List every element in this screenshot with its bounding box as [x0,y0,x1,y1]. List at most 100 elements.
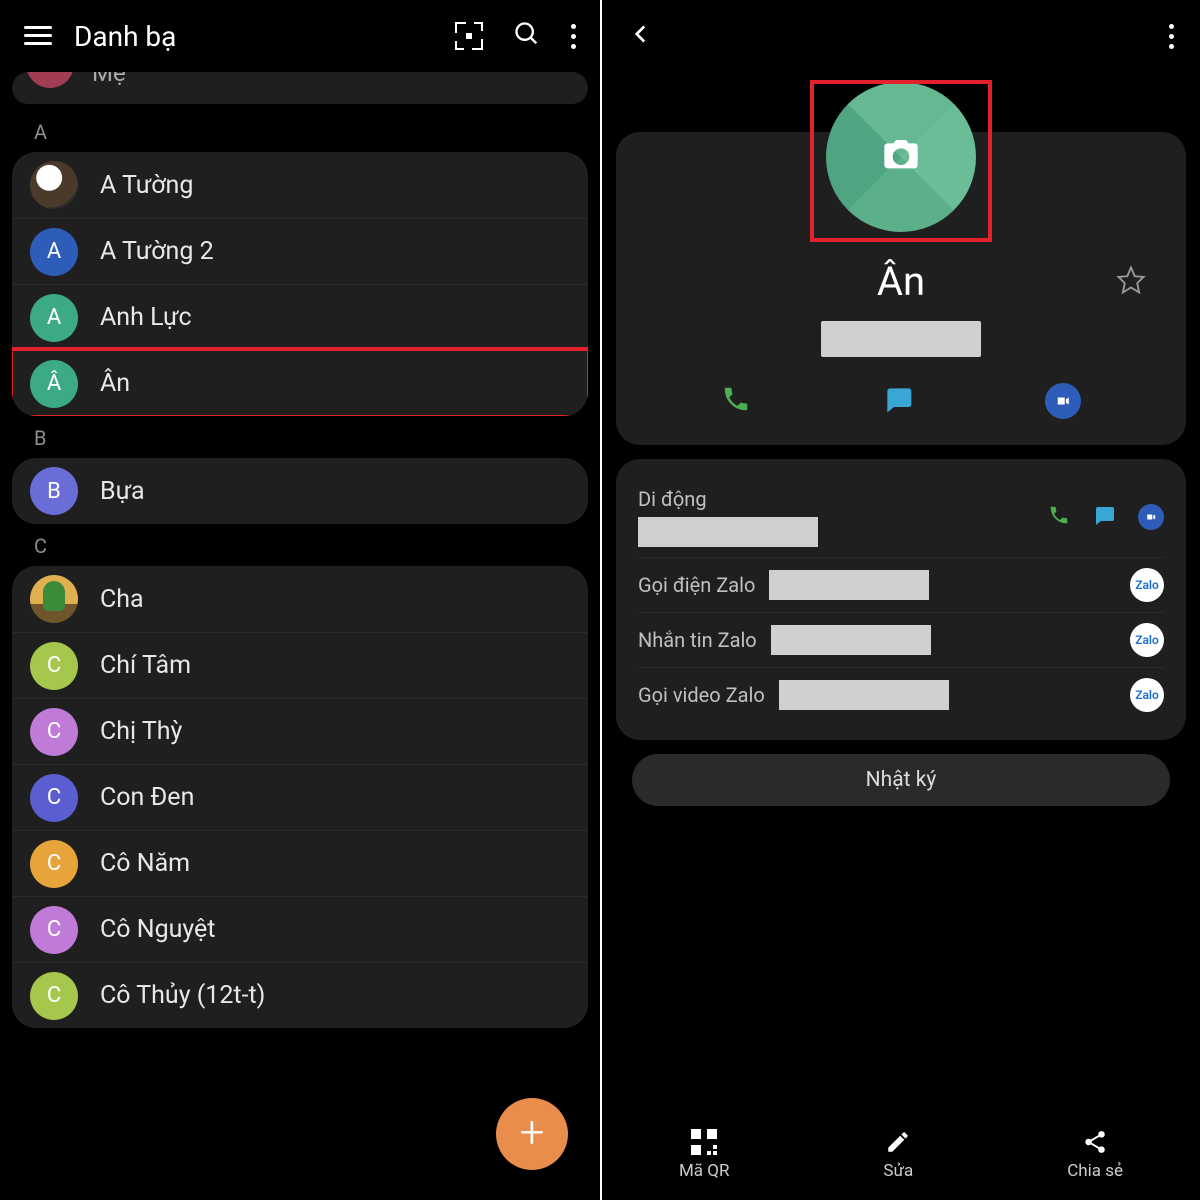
share-icon [1082,1129,1108,1155]
contact-name: Cô Nguyệt [100,915,216,944]
redacted-zalo [769,570,929,600]
video-call-icon[interactable] [1045,383,1081,419]
call-icon[interactable] [1048,504,1070,530]
contact-group: A Tường A A Tường 2 A Anh Lực Â Ân [12,152,588,416]
phone-type-label: Di động [638,487,818,511]
zalo-video-row[interactable]: Gọi video Zalo Zalo [638,667,1164,722]
message-icon[interactable] [1092,503,1116,531]
detail-topbar [602,0,1200,72]
zalo-icon: Zalo [1130,623,1164,657]
page-title: Danh bạ [74,20,433,53]
phone-row[interactable]: Di động [638,477,1164,557]
avatar: C [30,906,78,954]
zalo-message-row[interactable]: Nhắn tin Zalo Zalo [638,612,1164,667]
contact-hero-card: Ân [616,132,1186,445]
contact-name: Chí Tâm [100,651,191,680]
list-item[interactable]: C Chị Thỳ [12,698,588,764]
qr-label: Mã QR [679,1161,729,1181]
topbar: Danh bạ [0,0,600,72]
contact-info-card: Di động Gọi điện Zalo Zalo Nhắn tin Zalo… [616,459,1186,740]
contact-name: Ân [100,369,130,398]
back-icon[interactable] [628,21,654,51]
avatar: A [30,294,78,342]
list-item[interactable]: C Cô Nguyệt [12,896,588,962]
avatar: C [30,774,78,822]
edit-button[interactable]: Sửa [883,1129,913,1181]
list-item[interactable]: C Chí Tâm [12,632,588,698]
list-item[interactable]: C Cô Năm [12,830,588,896]
zalo-call-label: Gọi điện Zalo [638,573,755,597]
list-item[interactable]: C Cô Thủy (12t-t) [12,962,588,1028]
list-item[interactable]: A Anh Lực [12,284,588,350]
search-icon[interactable] [513,20,541,52]
contact-group: Cha C Chí Tâm C Chị Thỳ C Con Đen C Cô N… [12,566,588,1028]
avatar [30,161,78,209]
list-item[interactable]: Mẹ [12,72,588,104]
list-item[interactable]: B Bựa [12,458,588,524]
avatar: C [30,708,78,756]
list-item[interactable]: Cha [12,566,588,632]
contact-name: Con Đen [100,783,194,812]
avatar: A [30,228,78,276]
list-item[interactable]: A Tường [12,152,588,218]
redacted-phone [821,321,981,357]
qr-code-icon [691,1129,717,1155]
previous-section-peek: Mẹ [12,72,588,104]
zalo-icon: Zalo [1130,568,1164,602]
quick-action-row [616,383,1186,419]
share-label: Chia sẻ [1067,1161,1123,1181]
pencil-icon [885,1129,911,1155]
qr-code-button[interactable]: Mã QR [679,1129,729,1181]
contact-name: Bựa [100,477,145,506]
add-contact-button[interactable]: + [496,1098,568,1170]
contact-name: Chị Thỳ [100,717,182,746]
zalo-message-label: Nhắn tin Zalo [638,628,757,652]
contact-name: Mẹ [92,72,126,87]
zalo-video-label: Gọi video Zalo [638,683,765,707]
contact-name: Cô Thủy (12t-t) [100,981,265,1010]
top-actions [455,20,576,52]
contact-name: Anh Lực [100,303,192,332]
contact-group: B Bựa [12,458,588,524]
contact-name: A Tường [100,171,193,200]
avatar [30,575,78,623]
edit-label: Sửa [883,1161,913,1181]
avatar: B [30,467,78,515]
share-button[interactable]: Chia sẻ [1067,1129,1123,1181]
zalo-call-row[interactable]: Gọi điện Zalo Zalo [638,557,1164,612]
favorite-star-icon[interactable] [1116,265,1146,299]
video-call-icon[interactable] [1138,504,1164,530]
plus-icon: + [520,1110,545,1154]
contacts-list-screen: Danh bạ Mẹ A A Tường A A Tường 2 [0,0,600,1200]
redacted-phone [638,517,818,547]
section-header: B [12,416,588,458]
more-options-icon[interactable] [1169,24,1174,49]
annotation-highlight [810,80,992,242]
qr-scan-icon[interactable] [455,22,483,50]
redacted-zalo [779,680,949,710]
message-icon[interactable] [882,383,914,419]
list-item-highlighted[interactable]: Â Ân [12,350,588,416]
call-icon[interactable] [721,384,751,418]
contact-name: Cô Năm [100,849,190,878]
contact-display-name: Ân [877,258,925,305]
contact-name: Cha [100,585,144,614]
menu-icon[interactable] [24,26,52,46]
redacted-zalo [771,625,931,655]
contact-avatar-wrap[interactable] [810,80,992,242]
section-header: C [12,524,588,566]
avatar: Â [30,360,78,408]
list-item[interactable]: C Con Đen [12,764,588,830]
bottom-action-bar: Mã QR Sửa Chia sẻ [602,1110,1200,1200]
more-options-icon[interactable] [571,24,576,49]
section-header: A [12,110,588,152]
contacts-list: Mẹ A A Tường A A Tường 2 A Anh Lực Â Ân [0,72,600,1148]
contact-name: A Tường 2 [100,237,214,266]
avatar: C [30,972,78,1020]
journal-button[interactable]: Nhật ký [632,754,1170,806]
zalo-icon: Zalo [1130,678,1164,712]
avatar [26,72,74,88]
avatar: C [30,642,78,690]
list-item[interactable]: A A Tường 2 [12,218,588,284]
contact-detail-screen: Ân Di động Gọi điện Zalo [600,0,1200,1200]
